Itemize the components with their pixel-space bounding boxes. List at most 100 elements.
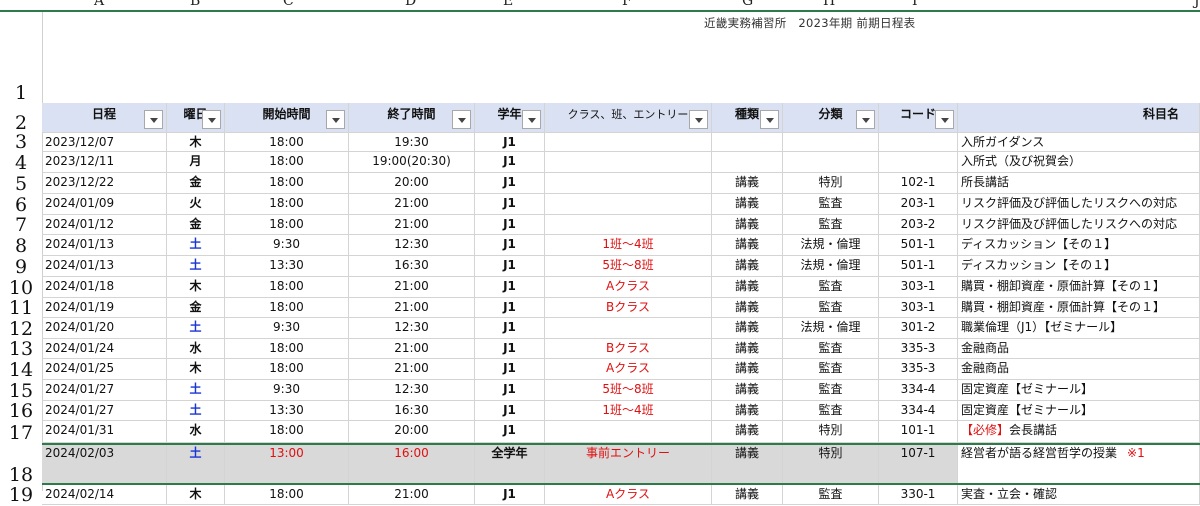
cell-date[interactable]: 2023/12/07 bbox=[42, 133, 167, 152]
cell-date[interactable]: 2024/01/13 bbox=[42, 235, 167, 256]
column-letter-h[interactable]: H bbox=[823, 0, 835, 9]
cell-grade[interactable]: J1 bbox=[475, 359, 545, 380]
cell-grade[interactable]: J1 bbox=[475, 485, 545, 505]
cell-grade[interactable]: J1 bbox=[475, 133, 545, 152]
cell-weekday[interactable]: 木 bbox=[167, 485, 225, 505]
cell-weekday[interactable]: 土 bbox=[167, 401, 225, 421]
cell-grade[interactable]: J1 bbox=[475, 318, 545, 339]
cell-date[interactable]: 2024/02/14 bbox=[42, 485, 167, 505]
row-number-13[interactable]: 13 bbox=[0, 340, 42, 359]
cell-type[interactable]: 講義 bbox=[712, 485, 783, 505]
cell-weekday[interactable]: 土 bbox=[167, 235, 225, 256]
cell-start-time[interactable]: 18:00 bbox=[225, 194, 349, 215]
cell-type[interactable]: 講義 bbox=[712, 318, 783, 339]
cell-start-time[interactable]: 18:00 bbox=[225, 359, 349, 380]
cell-category[interactable] bbox=[783, 152, 879, 173]
cell-subject[interactable]: 金融商品 bbox=[958, 339, 1200, 359]
filter-dropdown-icon[interactable] bbox=[689, 110, 708, 129]
cell-end-time[interactable]: 12:30 bbox=[349, 235, 475, 256]
cell-type[interactable]: 講義 bbox=[712, 421, 783, 443]
cell-subject[interactable]: 入所ガイダンス bbox=[958, 133, 1200, 152]
cell-start-time[interactable]: 18:00 bbox=[225, 421, 349, 443]
cell-grade[interactable]: J1 bbox=[475, 339, 545, 359]
cell-end-time[interactable]: 21:00 bbox=[349, 485, 475, 505]
cell-type[interactable]: 講義 bbox=[712, 443, 783, 485]
cell-date[interactable]: 2023/12/11 bbox=[42, 152, 167, 173]
header-type[interactable]: 種類 bbox=[712, 103, 783, 133]
cell-code[interactable]: 102-1 bbox=[879, 173, 958, 194]
cell-weekday[interactable]: 木 bbox=[167, 133, 225, 152]
cell-subject[interactable]: 職業倫理（J1）【ゼミナール】 bbox=[958, 318, 1200, 339]
cell-end-time[interactable]: 16:00 bbox=[349, 443, 475, 485]
cell-end-time[interactable]: 21:00 bbox=[349, 359, 475, 380]
cell-category[interactable]: 監査 bbox=[783, 298, 879, 318]
cell-subject[interactable]: 実査・立会・確認 bbox=[958, 485, 1200, 505]
cell-start-time[interactable]: 13:30 bbox=[225, 256, 349, 277]
cell-type[interactable] bbox=[712, 133, 783, 152]
cell-weekday[interactable]: 土 bbox=[167, 443, 225, 485]
filter-dropdown-icon[interactable] bbox=[202, 110, 221, 129]
cell-grade[interactable]: J1 bbox=[475, 380, 545, 401]
cell-class-group-entry[interactable] bbox=[545, 173, 712, 194]
cell-date[interactable]: 2024/01/24 bbox=[42, 339, 167, 359]
cell-grade[interactable]: J1 bbox=[475, 277, 545, 298]
cell-end-time[interactable]: 21:00 bbox=[349, 298, 475, 318]
cell-weekday[interactable]: 土 bbox=[167, 318, 225, 339]
cell-start-time[interactable]: 18:00 bbox=[225, 133, 349, 152]
cell-start-time[interactable]: 18:00 bbox=[225, 173, 349, 194]
filter-dropdown-icon[interactable] bbox=[760, 110, 779, 129]
cell-category[interactable]: 監査 bbox=[783, 380, 879, 401]
cell-start-time[interactable]: 18:00 bbox=[225, 215, 349, 235]
cell-class-group-entry[interactable] bbox=[545, 194, 712, 215]
cell-date[interactable]: 2024/01/20 bbox=[42, 318, 167, 339]
cell-weekday[interactable]: 土 bbox=[167, 256, 225, 277]
row-number-5[interactable]: 5 bbox=[0, 175, 42, 194]
cell-type[interactable]: 講義 bbox=[712, 173, 783, 194]
cell-class-group-entry[interactable]: Aクラス bbox=[545, 485, 712, 505]
cell-code[interactable]: 335-3 bbox=[879, 339, 958, 359]
row-number-17[interactable]: 17 bbox=[0, 424, 42, 443]
cell-date[interactable]: 2024/01/31 bbox=[42, 421, 167, 443]
row-number-9[interactable]: 9 bbox=[0, 258, 42, 277]
cell-type[interactable]: 講義 bbox=[712, 277, 783, 298]
row-number-15[interactable]: 15 bbox=[0, 382, 42, 401]
cell-type[interactable]: 講義 bbox=[712, 235, 783, 256]
row-number-6[interactable]: 6 bbox=[0, 196, 42, 215]
cell-category[interactable]: 特別 bbox=[783, 421, 879, 443]
cell-date[interactable]: 2024/01/09 bbox=[42, 194, 167, 215]
cell-weekday[interactable]: 土 bbox=[167, 380, 225, 401]
row-number-18[interactable]: 18 bbox=[0, 466, 42, 485]
cell-end-time[interactable]: 12:30 bbox=[349, 318, 475, 339]
cell-class-group-entry[interactable]: 事前エントリー bbox=[545, 443, 712, 485]
cell-weekday[interactable]: 金 bbox=[167, 173, 225, 194]
cell-start-time[interactable]: 9:30 bbox=[225, 235, 349, 256]
row-number-4[interactable]: 4 bbox=[0, 154, 42, 173]
cell-grade[interactable]: J1 bbox=[475, 152, 545, 173]
cell-start-time[interactable]: 9:30 bbox=[225, 318, 349, 339]
cell-category[interactable]: 監査 bbox=[783, 485, 879, 505]
cell-grade[interactable]: J1 bbox=[475, 256, 545, 277]
cell-code[interactable] bbox=[879, 152, 958, 173]
cell-subject[interactable]: 固定資産【ゼミナール】 bbox=[958, 401, 1200, 421]
cell-code[interactable]: 335-3 bbox=[879, 359, 958, 380]
cell-code[interactable]: 303-1 bbox=[879, 277, 958, 298]
cell-type[interactable]: 講義 bbox=[712, 298, 783, 318]
cell-date[interactable]: 2024/01/12 bbox=[42, 215, 167, 235]
cell-category[interactable]: 監査 bbox=[783, 359, 879, 380]
cell-date[interactable]: 2024/01/19 bbox=[42, 298, 167, 318]
cell-class-group-entry[interactable] bbox=[545, 421, 712, 443]
cell-category[interactable] bbox=[783, 133, 879, 152]
cell-type[interactable]: 講義 bbox=[712, 339, 783, 359]
row-number-19[interactable]: 19 bbox=[0, 486, 42, 505]
filter-dropdown-icon[interactable] bbox=[935, 110, 954, 129]
cell-category[interactable]: 法規・倫理 bbox=[783, 318, 879, 339]
column-letter-a[interactable]: A bbox=[94, 0, 104, 9]
cell-weekday[interactable]: 金 bbox=[167, 215, 225, 235]
row-number-11[interactable]: 11 bbox=[0, 299, 42, 318]
cell-start-time[interactable]: 18:00 bbox=[225, 485, 349, 505]
cell-code[interactable]: 107-1 bbox=[879, 443, 958, 485]
row-number-14[interactable]: 14 bbox=[0, 361, 42, 380]
cell-start-time[interactable]: 18:00 bbox=[225, 339, 349, 359]
cell-type[interactable]: 講義 bbox=[712, 215, 783, 235]
column-letter-g[interactable]: G bbox=[742, 0, 753, 9]
